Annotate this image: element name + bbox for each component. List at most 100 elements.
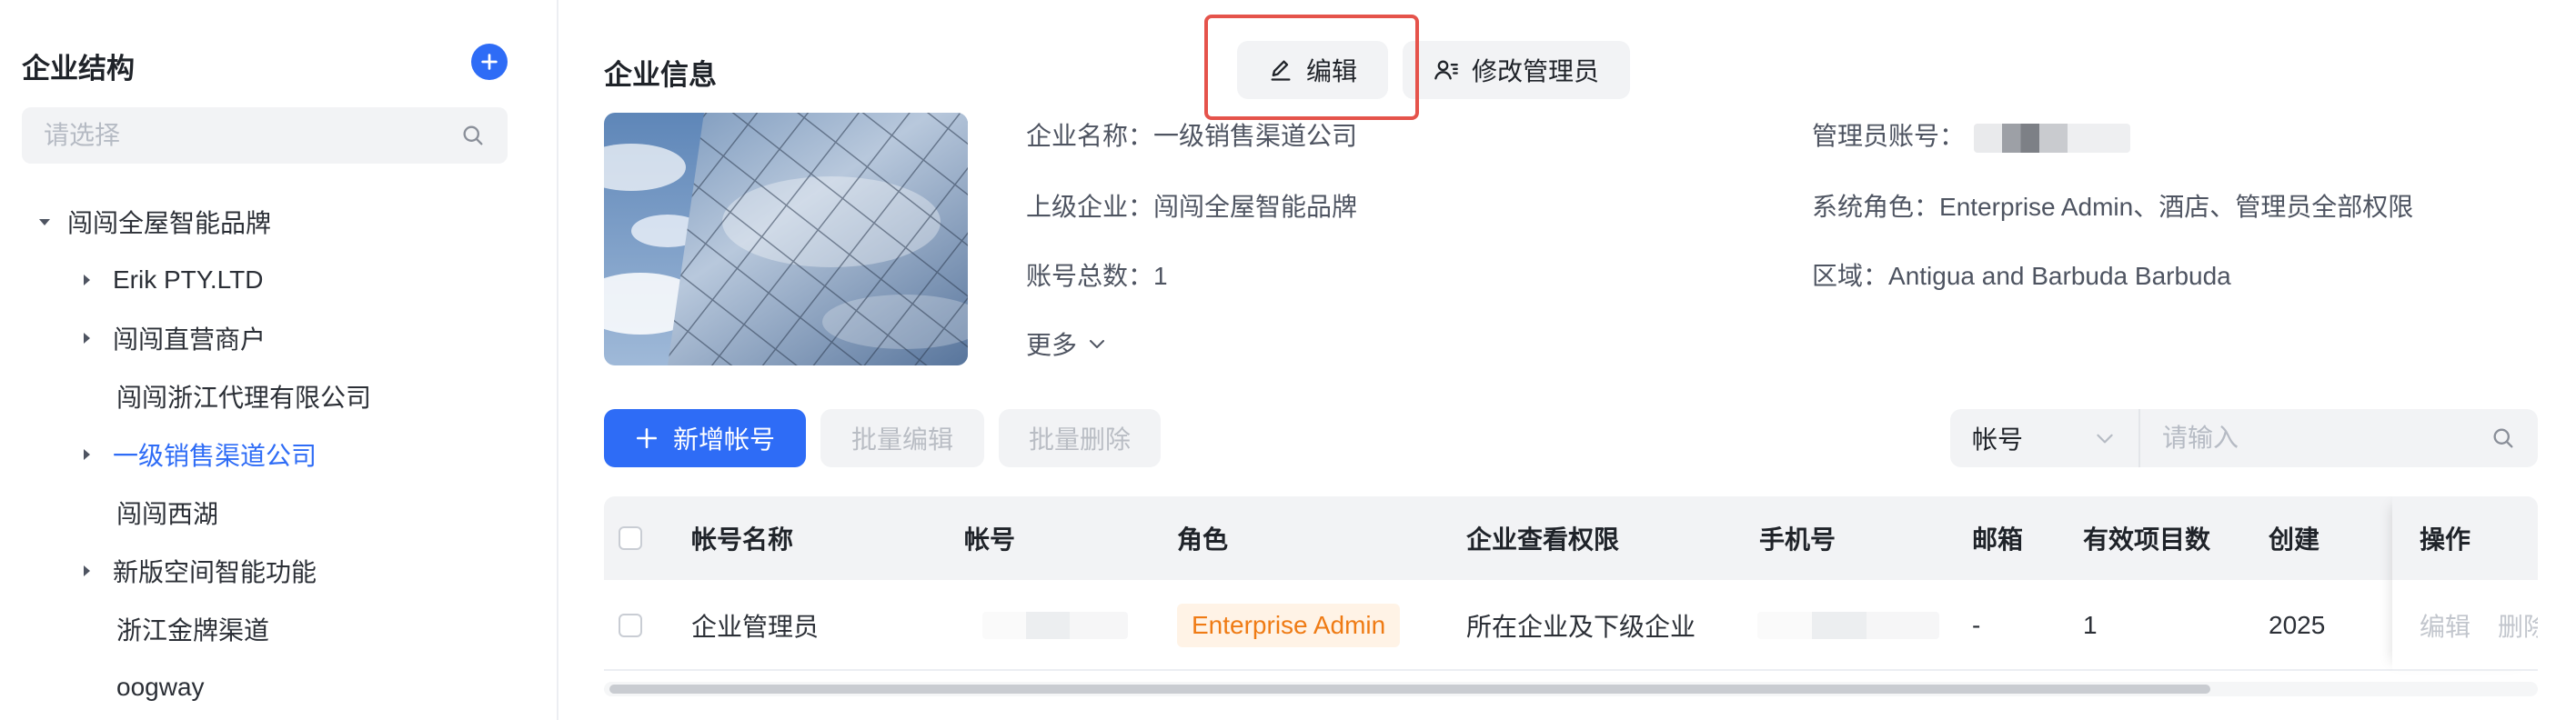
enterprise-structure-sidebar: 企业结构 闯闯全屋智能品牌 Erik PTY.LTD 闯闯直营商户 闯闯浙江代理…	[0, 0, 558, 720]
table-header: 帐号名称 帐号 角色 企业查看权限 手机号 邮箱 有效项目数 创建	[604, 496, 2538, 580]
more-label: 更多	[1026, 331, 1078, 359]
tree-item[interactable]: Erik PTY.LTD	[73, 251, 263, 309]
account-count-value: 1	[1153, 262, 1168, 290]
company-name-value: 一级销售渠道公司	[1153, 122, 1358, 150]
admin-account-field: 管理员账号：	[1812, 116, 2131, 153]
cell-account-name: 企业管理员	[691, 613, 820, 641]
caret-right-icon[interactable]	[73, 332, 100, 345]
col-email[interactable]: 邮箱	[1972, 496, 2023, 580]
row-checkbox[interactable]	[619, 614, 642, 637]
bulk-delete-button[interactable]: 批量删除	[999, 409, 1161, 467]
region-key: 区域：	[1812, 262, 1889, 290]
col-valid-projects[interactable]: 有效项目数	[2083, 496, 2210, 580]
caret-down-icon[interactable]	[31, 215, 58, 228]
page-title: 企业信息	[604, 59, 717, 91]
tree-item-label: 一级销售渠道公司	[113, 442, 317, 470]
search-field-value: 帐号	[1972, 425, 2024, 454]
cell-permission: 所在企业及下级企业	[1466, 613, 1696, 641]
row-select-cell	[619, 580, 642, 671]
plus-icon	[636, 427, 658, 449]
accounts-table: 帐号名称 帐号 角色 企业查看权限 手机号 邮箱 有效项目数 创建 企业管理员 …	[604, 496, 2538, 720]
tree-item-label: Erik PTY.LTD	[113, 265, 264, 294]
tree-item-label: 闯闯全屋智能品牌	[67, 209, 272, 237]
tree-item-label: 浙江金牌渠道	[116, 616, 270, 645]
user-settings-icon	[1434, 60, 1458, 80]
tree-item-label: 闯闯直营商户	[113, 325, 267, 354]
add-enterprise-button[interactable]	[471, 44, 508, 80]
table-horizontal-scrollbar[interactable]	[604, 682, 2538, 696]
chevron-down-icon	[1090, 340, 1105, 348]
search-field-select[interactable]: 帐号	[1950, 409, 2140, 467]
caret-right-icon[interactable]	[73, 274, 100, 286]
cell-email: -	[1972, 611, 1981, 639]
tree-item[interactable]: 浙江金牌渠道	[116, 600, 269, 658]
region-field: 区域：Antigua and Barbuda Barbuda	[1812, 256, 2231, 293]
parent-company-key: 上级企业：	[1026, 193, 1154, 221]
chevron-down-icon	[2097, 434, 2113, 444]
account-count-key: 账号总数：	[1026, 262, 1154, 290]
main-panel: 企业信息 编辑 修改管理员 企业名称：一级销售渠道公司 上级企业：闯闯全屋智能品…	[560, 0, 2576, 720]
cell-created: 2025	[2269, 611, 2326, 639]
edit-button-label: 编辑	[1305, 57, 1357, 85]
cell-actions: 编辑 删除	[2420, 580, 2538, 671]
role-tag: Enterprise Admin	[1177, 604, 1401, 647]
account-search-group: 帐号	[1950, 409, 2538, 467]
tree-item-active[interactable]: 一级销售渠道公司	[73, 425, 317, 484]
more-toggle[interactable]: 更多	[1026, 325, 1108, 362]
table-row[interactable]: 企业管理员 Enterprise Admin 所在企业及下级企业 - 1 202…	[604, 580, 2538, 671]
select-all-checkbox[interactable]	[619, 526, 642, 550]
col-phone[interactable]: 手机号	[1759, 496, 1836, 580]
plus-icon	[481, 54, 498, 70]
row-edit-link[interactable]: 编辑	[2420, 607, 2470, 644]
tree-item-label: 新版空间智能功能	[113, 558, 317, 586]
add-account-button[interactable]: 新增帐号	[604, 409, 806, 467]
select-all-cell	[619, 496, 642, 580]
admin-account-key: 管理员账号：	[1812, 122, 1966, 150]
system-role-field: 系统角色：Enterprise Admin、酒店、管理员全部权限	[1812, 187, 2413, 224]
cell-valid-projects: 1	[2083, 611, 2098, 639]
enterprise-search[interactable]	[22, 107, 508, 164]
system-role-key: 系统角色：	[1812, 193, 1940, 221]
pencil-icon	[1271, 60, 1291, 81]
tree-item-label: 闯闯西湖	[116, 500, 219, 528]
col-account-name[interactable]: 帐号名称	[691, 496, 793, 580]
tree-item[interactable]: oogway	[116, 658, 205, 716]
row-delete-link[interactable]: 删除	[2498, 607, 2538, 644]
account-search-input[interactable]	[2162, 424, 2490, 453]
col-actions: 操作	[2420, 525, 2471, 554]
col-role[interactable]: 角色	[1177, 496, 1228, 580]
col-permission[interactable]: 企业查看权限	[1466, 496, 1619, 580]
scrollbar-thumb[interactable]	[609, 685, 2210, 694]
company-name-field: 企业名称：一级销售渠道公司	[1026, 116, 1357, 153]
edit-button[interactable]: 编辑	[1237, 41, 1388, 99]
caret-right-icon[interactable]	[73, 565, 100, 577]
company-name-key: 企业名称：	[1026, 122, 1154, 150]
tree-item[interactable]: 闯闯直营商户	[73, 309, 266, 367]
change-admin-button-label: 修改管理员	[1471, 57, 1599, 85]
sidebar-title: 企业结构	[22, 53, 135, 85]
account-count-field: 账号总数：1	[1026, 256, 1168, 293]
search-icon[interactable]	[460, 123, 486, 148]
region-value: Antigua and Barbuda Barbuda	[1888, 262, 2231, 290]
parent-company-value: 闯闯全屋智能品牌	[1153, 193, 1358, 221]
bulk-edit-button[interactable]: 批量编辑	[820, 409, 984, 467]
caret-right-icon[interactable]	[73, 448, 100, 461]
admin-account-redacted	[1974, 123, 2131, 153]
change-admin-button[interactable]: 修改管理员	[1403, 41, 1630, 99]
parent-company-field: 上级企业：闯闯全屋智能品牌	[1026, 187, 1357, 224]
cell-account-redacted	[982, 580, 1128, 671]
enterprise-search-input[interactable]	[44, 121, 460, 150]
tree-item[interactable]: 闯闯全屋智能品牌	[31, 193, 271, 251]
add-account-label: 新增帐号	[672, 425, 775, 454]
col-created[interactable]: 创建	[2269, 496, 2319, 580]
tree-item[interactable]: 闯闯浙江代理有限公司	[116, 367, 371, 425]
cell-role: Enterprise Admin	[1177, 580, 1401, 671]
search-icon[interactable]	[2490, 425, 2516, 451]
tree-item-label: oogway	[116, 673, 205, 701]
cell-phone-redacted	[1757, 580, 1939, 671]
tree-item[interactable]: 新版空间智能功能	[73, 542, 317, 600]
account-search[interactable]	[2140, 424, 2538, 453]
tree-item[interactable]: 闯闯西湖	[116, 484, 218, 542]
enterprise-cover-image	[604, 113, 968, 365]
col-account[interactable]: 帐号	[964, 496, 1015, 580]
